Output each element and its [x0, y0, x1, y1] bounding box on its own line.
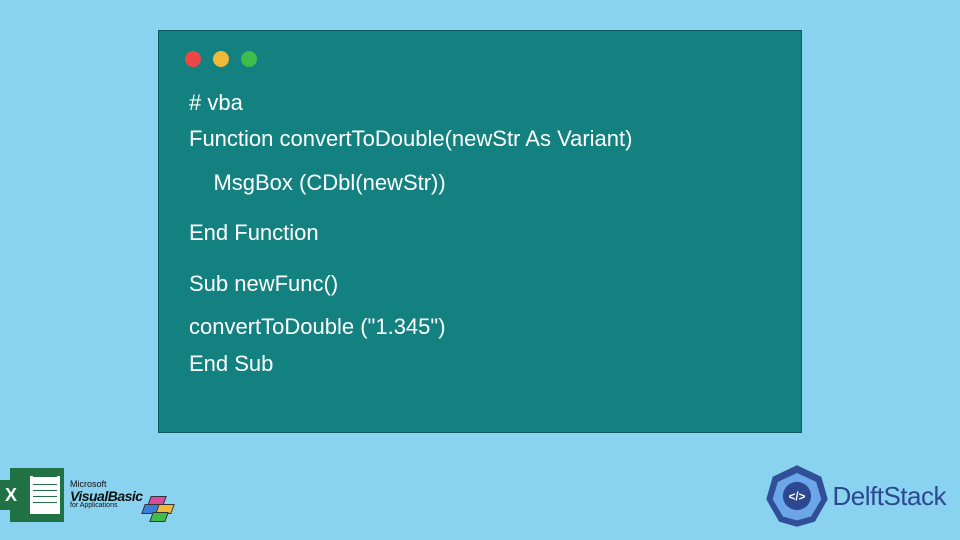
maximize-icon [241, 51, 257, 67]
visual-basic-label: Microsoft VisualBasic for Applications [70, 480, 143, 510]
for-applications-label: for Applications [70, 502, 143, 509]
visualbasic-label: VisualBasic [70, 489, 143, 503]
code-line: Function convertToDouble(newStr As Varia… [189, 126, 632, 151]
delftstack-text: DelftStack [833, 481, 947, 512]
code-line: Sub newFunc() [189, 271, 338, 296]
code-line: # vba [189, 90, 243, 115]
minimize-icon [213, 51, 229, 67]
code-line: End Function [189, 220, 319, 245]
close-icon [185, 51, 201, 67]
code-line: MsgBox (CDbl(newStr)) [189, 170, 446, 195]
excel-vba-branding: X Microsoft VisualBasic for Applications [10, 468, 187, 522]
vb-cubes-icon [143, 494, 187, 522]
code-window: # vba Function convertToDouble(newStr As… [158, 30, 802, 433]
window-controls [159, 31, 801, 67]
delftstack-branding: </> DelftStack [765, 464, 947, 528]
delftstack-logo-icon: </> [765, 464, 829, 528]
excel-x-label: X [0, 480, 26, 510]
svg-text:</>: </> [788, 491, 805, 503]
code-line: convertToDouble ("1.345") [189, 314, 446, 339]
excel-icon: X [10, 468, 64, 522]
code-line: End Sub [189, 351, 273, 376]
code-block: # vba Function convertToDouble(newStr As… [159, 67, 801, 382]
